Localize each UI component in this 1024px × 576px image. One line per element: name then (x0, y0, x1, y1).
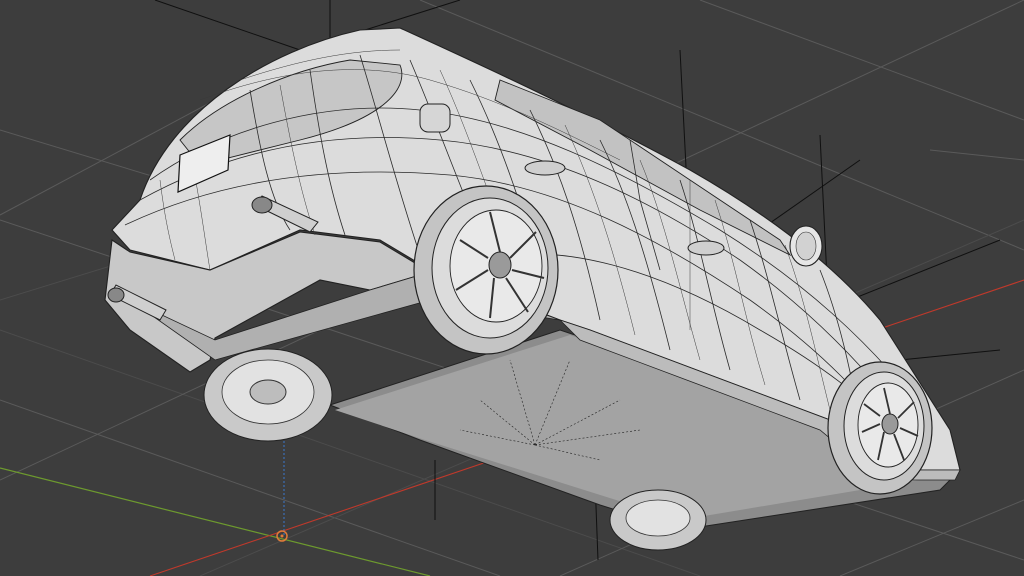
side-mirror[interactable] (789, 225, 823, 267)
front-wheel-right[interactable] (827, 361, 933, 495)
3d-viewport[interactable] (0, 0, 1024, 576)
door-handle-rear (524, 160, 566, 176)
rear-wheel-left[interactable] (203, 348, 333, 442)
fuel-cap (419, 103, 451, 133)
viewport-canvas[interactable] (0, 0, 1024, 576)
origin-marker-icon[interactable] (276, 530, 288, 542)
y-axis-line (0, 467, 431, 576)
rear-wheel-right[interactable] (413, 185, 559, 355)
front-wheel-left[interactable] (609, 489, 707, 551)
door-handle-front (687, 240, 725, 256)
